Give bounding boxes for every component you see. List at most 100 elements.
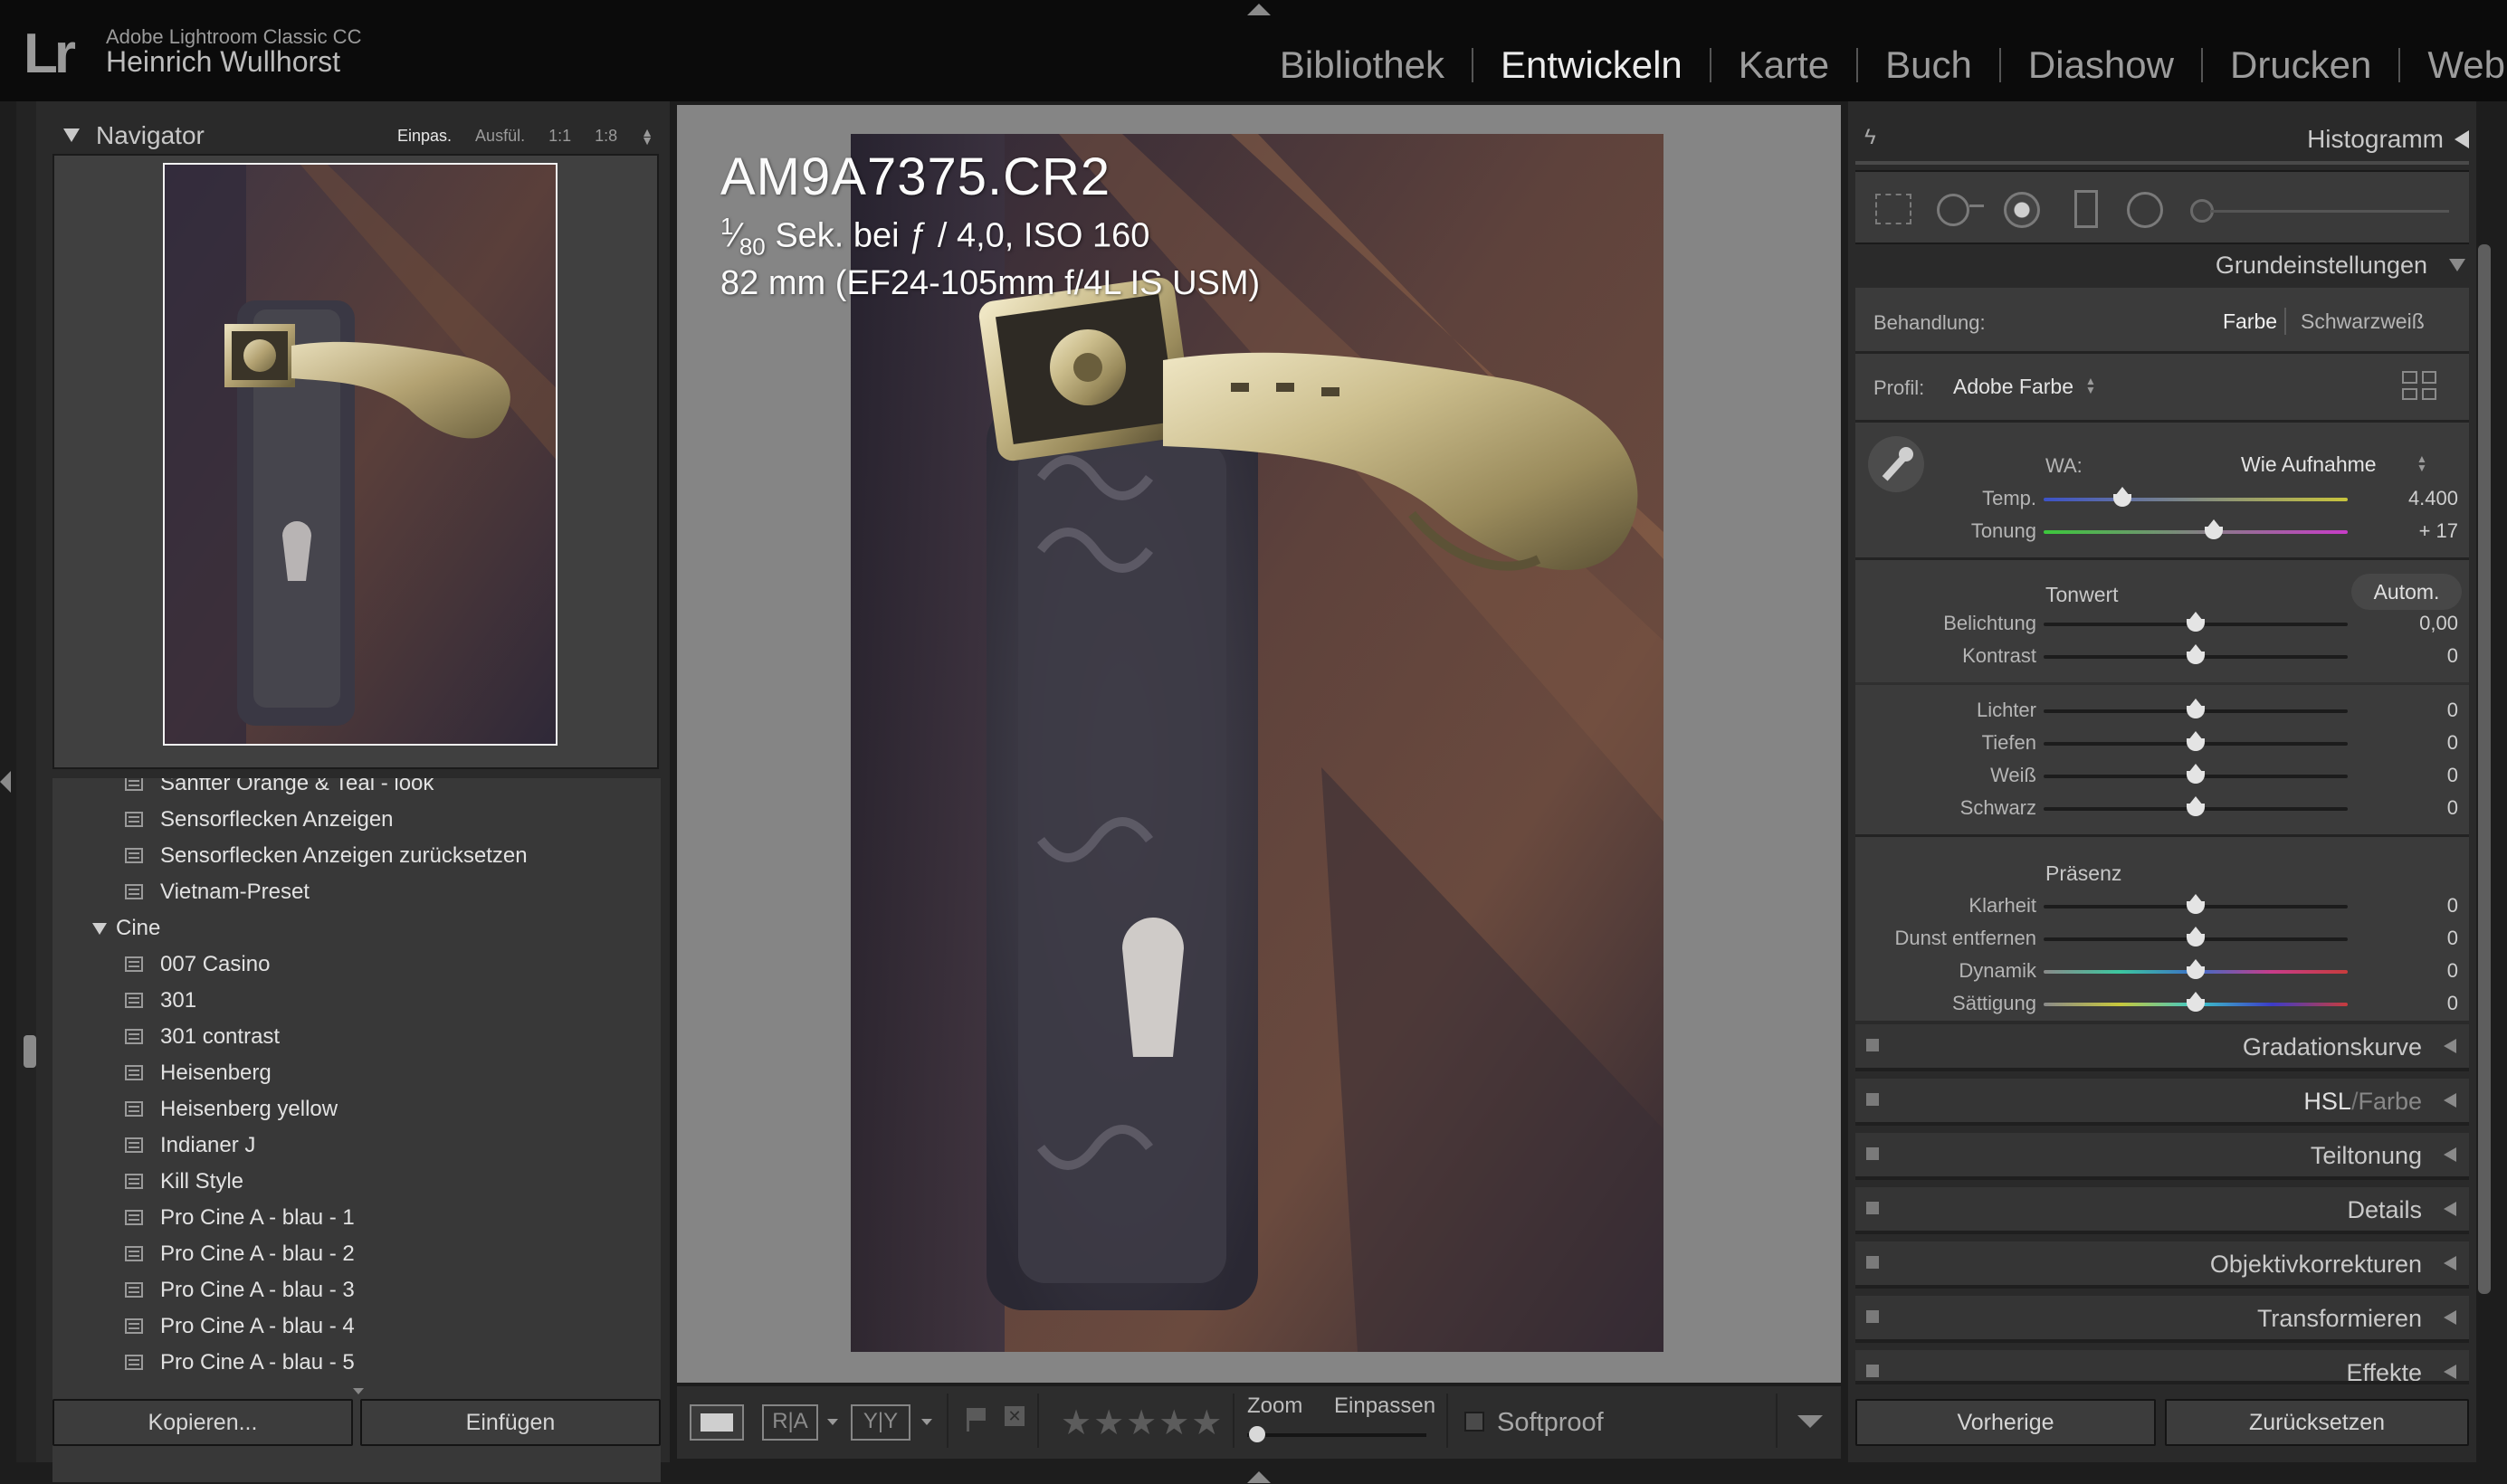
lightning-icon[interactable]: ϟ <box>1864 125 1876 150</box>
preset-item[interactable]: Indianer J <box>52 1127 661 1164</box>
left-panel-toggle-icon[interactable] <box>0 771 11 793</box>
treatment-bw-option[interactable]: Schwarzweiß <box>2301 309 2425 334</box>
collapse-left-triangle-icon[interactable] <box>2444 1310 2456 1325</box>
before-after-ra-button[interactable]: R|A <box>762 1404 818 1441</box>
top-panel-toggle-icon[interactable] <box>1247 4 1271 15</box>
zoom-slider-thumb[interactable] <box>1249 1426 1265 1442</box>
preset-item[interactable]: Sensorflecken Anzeigen zurücksetzen <box>52 838 661 874</box>
user-name[interactable]: Heinrich Wullhorst <box>106 45 340 79</box>
panel-effects[interactable]: Effekte <box>1855 1350 2469 1384</box>
panel-toggle-switch[interactable] <box>1866 1365 1879 1377</box>
toolbar-options-chevron-icon[interactable] <box>1797 1415 1823 1428</box>
preset-item[interactable]: Pro Cine A - blau - 5 <box>52 1345 661 1381</box>
preset-item[interactable]: Pro Cine A - blau - 4 <box>52 1308 661 1345</box>
highlights-value[interactable]: 0 <box>2377 699 2458 722</box>
reset-button[interactable]: Zurücksetzen <box>2165 1399 2469 1446</box>
collapse-left-triangle-icon[interactable] <box>2444 1202 2456 1216</box>
preset-item[interactable]: Sensorflecken Anzeigen <box>52 802 661 838</box>
module-drucken[interactable]: Drucken <box>2230 43 2371 87</box>
zoom-1-8[interactable]: 1:8 <box>595 127 617 146</box>
tint-value[interactable]: + 17 <box>2377 519 2458 543</box>
preset-item[interactable]: Vietnam-Preset <box>52 874 661 910</box>
hsl-tab[interactable]: HSL <box>2303 1088 2351 1115</box>
preset-item[interactable]: Pro Cine A - blau - 3 <box>52 1272 661 1308</box>
chevron-down-icon[interactable] <box>827 1419 838 1425</box>
tint-slider-track[interactable] <box>2044 530 2348 534</box>
reject-flag-icon[interactable]: ✕ <box>1005 1406 1025 1426</box>
panel-toggle-switch[interactable] <box>1866 1202 1879 1214</box>
left-scrollbar[interactable] <box>24 1035 36 1068</box>
chevron-down-icon[interactable] <box>921 1419 932 1425</box>
exposure-value[interactable]: 0,00 <box>2377 612 2458 635</box>
module-buch[interactable]: Buch <box>1885 43 1972 87</box>
contrast-value[interactable]: 0 <box>2377 644 2458 668</box>
basic-panel-menu-icon[interactable] <box>2449 259 2465 271</box>
preset-item[interactable]: Heisenberg <box>52 1055 661 1091</box>
navigator-header[interactable]: Navigator Einpas. Ausfül. 1:1 1:8 ▲ ▼ <box>36 109 670 154</box>
main-photo[interactable] <box>851 134 1663 1352</box>
panel-hsl-color[interactable]: HSL/Farbe <box>1855 1079 2469 1126</box>
color-tab[interactable]: Farbe <box>2358 1088 2422 1115</box>
whites-value[interactable]: 0 <box>2377 764 2458 787</box>
dropdown-arrows-icon[interactable]: ▲ ▼ <box>2085 376 2096 395</box>
panel-toggle-switch[interactable] <box>1866 1256 1879 1269</box>
preset-item[interactable]: Sanfter Orange & Teal - look <box>52 778 661 802</box>
folder-expanded-icon[interactable] <box>92 923 107 935</box>
profile-dropdown[interactable]: Adobe Farbe <box>1953 375 2073 399</box>
profile-browser-grid-icon[interactable] <box>2402 371 2436 400</box>
collapse-left-triangle-icon[interactable] <box>2444 1147 2456 1162</box>
panel-transform[interactable]: Transformieren <box>1855 1296 2469 1343</box>
preset-item[interactable]: 301 <box>52 983 661 1019</box>
collapse-triangle-icon[interactable] <box>63 128 80 142</box>
right-panel-scrollbar[interactable] <box>2478 244 2491 1294</box>
eyedropper-icon[interactable] <box>1868 436 1924 492</box>
preset-item[interactable]: Heisenberg yellow <box>52 1091 661 1127</box>
loupe-view-button[interactable] <box>690 1404 744 1441</box>
preset-item[interactable]: Kill Style <box>52 1164 661 1200</box>
navigator-thumbnail[interactable] <box>163 163 558 746</box>
zoom-fill[interactable]: Ausfül. <box>475 127 525 146</box>
module-diashow[interactable]: Diashow <box>2028 43 2174 87</box>
collapse-left-triangle-icon[interactable] <box>2455 130 2469 148</box>
module-web[interactable]: Web <box>2427 43 2505 87</box>
blacks-value[interactable]: 0 <box>2377 796 2458 820</box>
preset-item[interactable]: 007 Casino <box>52 947 661 983</box>
previous-button[interactable]: Vorherige <box>1855 1399 2156 1446</box>
zoom-slider-track[interactable] <box>1247 1433 1426 1437</box>
preset-item[interactable]: Pro Cine A - blau - 2 <box>52 1236 661 1272</box>
wb-dropdown[interactable]: Wie Aufnahme <box>2241 452 2377 477</box>
flag-icon[interactable] <box>967 1408 986 1432</box>
auto-tone-button[interactable]: Autom. <box>2351 574 2462 610</box>
saturation-value[interactable]: 0 <box>2377 992 2458 1015</box>
dehaze-value[interactable]: 0 <box>2377 927 2458 950</box>
preset-item[interactable]: 301 contrast <box>52 1019 661 1055</box>
zoom-fit[interactable]: Einpas. <box>397 127 452 146</box>
crop-grid-icon[interactable] <box>1875 194 1911 224</box>
panel-details[interactable]: Details <box>1855 1187 2469 1234</box>
collapse-left-triangle-icon[interactable] <box>2444 1039 2456 1053</box>
before-after-yy-button[interactable]: Y|Y <box>851 1404 910 1441</box>
dropdown-arrows-icon[interactable]: ▲ ▼ <box>2416 453 2427 473</box>
panel-scroll-down-icon[interactable] <box>353 1388 364 1394</box>
navigator-preview[interactable] <box>52 154 659 769</box>
star-rating[interactable]: ★★★★★ <box>1061 1403 1224 1443</box>
preset-item[interactable]: Pro Cine A - blau - 1 <box>52 1200 661 1236</box>
collapse-left-triangle-icon[interactable] <box>2444 1256 2456 1270</box>
panel-toggle-switch[interactable] <box>1866 1310 1879 1323</box>
brush-size-slider[interactable] <box>2210 210 2449 213</box>
preset-folder-cine[interactable]: Cine <box>52 910 661 947</box>
zoom-stepper-icon[interactable]: ▲ ▼ <box>641 126 653 147</box>
panel-toggle-switch[interactable] <box>1866 1147 1879 1160</box>
temp-slider-track[interactable] <box>2044 498 2348 501</box>
collapse-left-triangle-icon[interactable] <box>2444 1093 2456 1108</box>
temp-value[interactable]: 4.400 <box>2377 487 2458 510</box>
panel-tone-curve[interactable]: Gradationskurve <box>1855 1024 2469 1071</box>
graduated-filter-icon[interactable] <box>2074 190 2098 228</box>
red-eye-icon[interactable] <box>2004 192 2040 228</box>
paste-settings-button[interactable]: Einfügen <box>360 1399 661 1446</box>
module-karte[interactable]: Karte <box>1739 43 1829 87</box>
panel-toggle-switch[interactable] <box>1866 1093 1879 1106</box>
vibrance-value[interactable]: 0 <box>2377 959 2458 983</box>
histogram-header[interactable]: ϟ Histogramm <box>1848 109 2476 156</box>
panel-lens-corrections[interactable]: Objektivkorrekturen <box>1855 1241 2469 1289</box>
